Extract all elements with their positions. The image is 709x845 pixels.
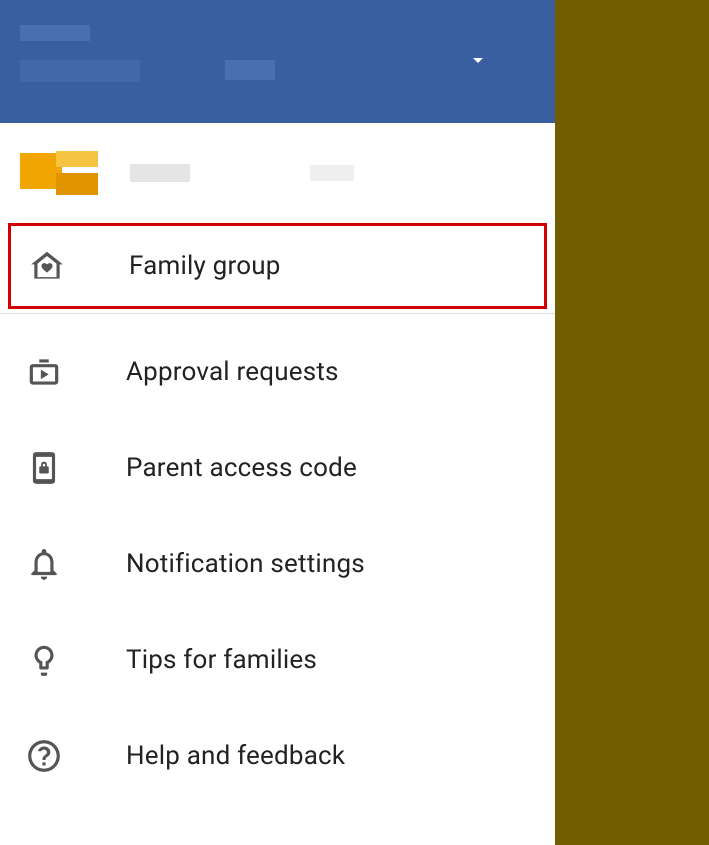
- highlighted-selection: Family group: [8, 223, 547, 309]
- menu-label: Family group: [129, 251, 281, 281]
- menu-label: Notification settings: [126, 549, 365, 579]
- menu-item-notification-settings[interactable]: Notification settings: [0, 516, 555, 612]
- profile-placeholder: [310, 165, 354, 181]
- help-icon: [24, 737, 64, 775]
- menu-item-help-feedback[interactable]: Help and feedback: [0, 708, 555, 804]
- bell-icon: [24, 545, 64, 583]
- menu-item-approval-requests[interactable]: Approval requests: [0, 324, 555, 420]
- menu-item-family-group[interactable]: Family group: [11, 226, 544, 306]
- menu-label: Parent access code: [126, 453, 357, 483]
- avatar: [20, 151, 100, 195]
- briefcase-play-icon: [24, 353, 64, 391]
- drawer-header: [0, 0, 555, 123]
- navigation-drawer: Family group Approval requests Parent ac…: [0, 0, 555, 845]
- menu-label: Approval requests: [126, 357, 339, 387]
- home-heart-icon: [27, 247, 67, 285]
- menu-item-tips-for-families[interactable]: Tips for families: [0, 612, 555, 708]
- menu-label: Tips for families: [126, 645, 317, 675]
- header-placeholder: [225, 60, 275, 80]
- header-placeholder: [20, 60, 140, 82]
- lightbulb-icon: [24, 641, 64, 679]
- profile-placeholder: [130, 164, 190, 182]
- drawer-backdrop: [555, 0, 709, 845]
- phone-lock-icon: [24, 449, 64, 487]
- menu-label: Help and feedback: [126, 741, 345, 771]
- menu-item-parent-access-code[interactable]: Parent access code: [0, 420, 555, 516]
- menu-list: Approval requests Parent access code Not…: [0, 314, 555, 804]
- profile-row: [0, 123, 555, 223]
- header-placeholder: [20, 25, 90, 41]
- account-dropdown-icon[interactable]: [466, 48, 490, 76]
